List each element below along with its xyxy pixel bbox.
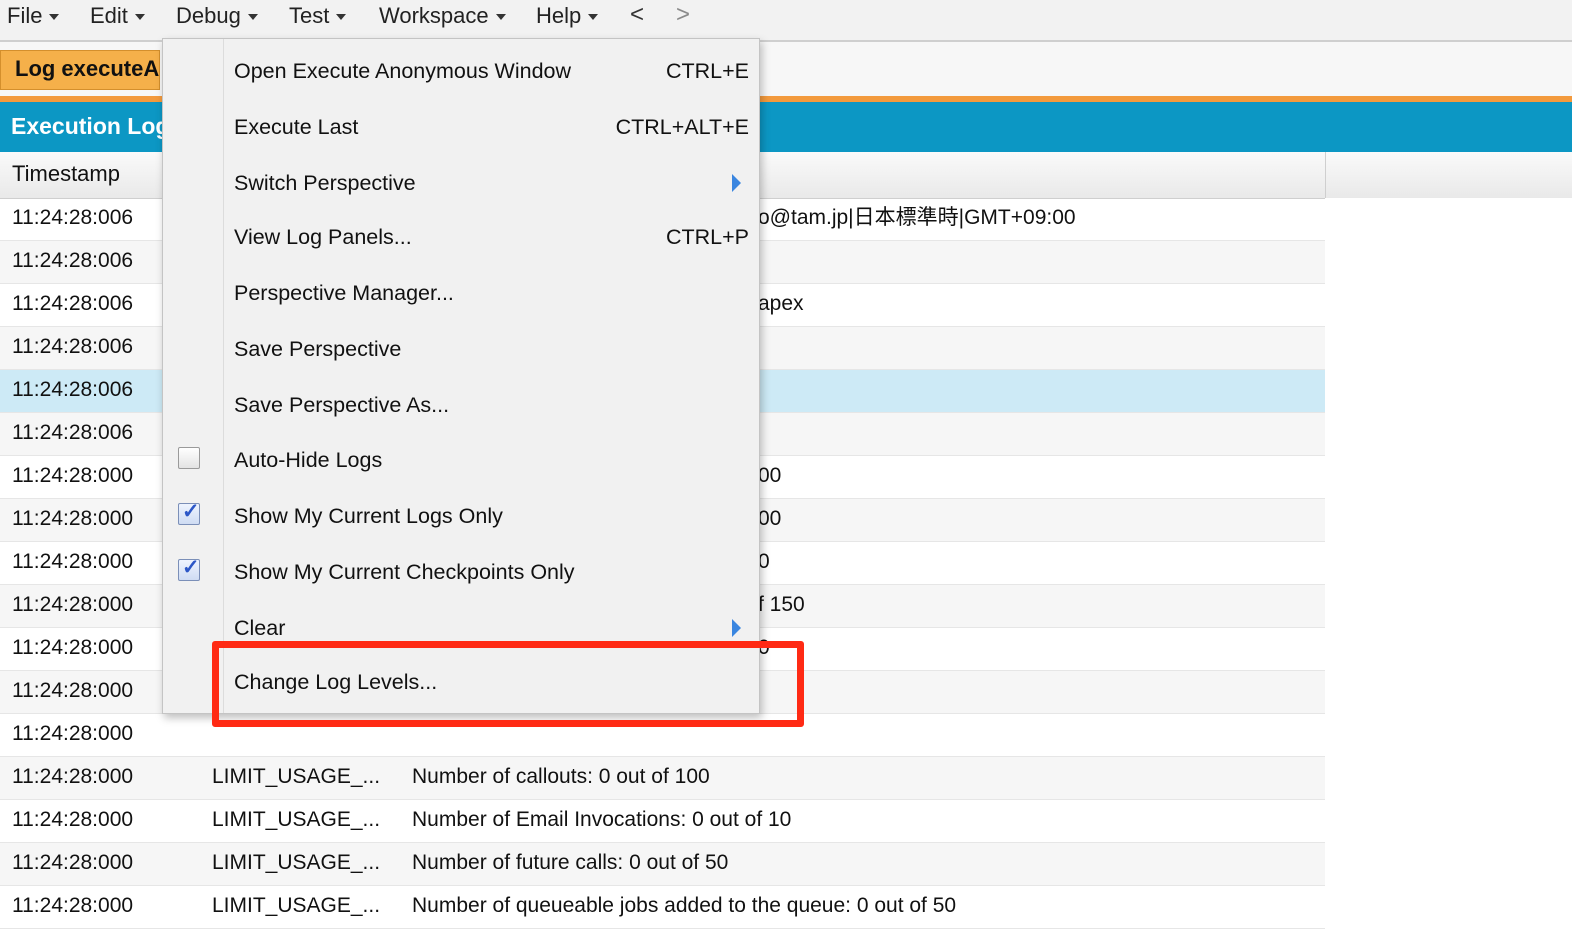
- menu-item-execute-last[interactable]: Execute Last CTRL+ALT+E: [163, 99, 759, 155]
- menu-item-open-execute-anonymous[interactable]: Open Execute Anonymous Window CTRL+E: [163, 43, 759, 99]
- cell-details: Number of Email Invocations: 0 out of 10: [412, 808, 792, 831]
- cell-details-fragment: f 150: [758, 593, 805, 616]
- menu-item-label: Save Perspective: [234, 337, 402, 361]
- menu-edit[interactable]: Edit: [90, 2, 145, 34]
- cell-event: LIMIT_USAGE_...: [212, 851, 381, 874]
- cell-timestamp: 11:24:28:006: [12, 421, 134, 444]
- menu-file[interactable]: File: [7, 2, 60, 34]
- tab-log-execute-anonymous[interactable]: Log executeAnonymous: [0, 50, 160, 90]
- menu-item-label: Change Log Levels...: [234, 670, 438, 694]
- forward-arrow-button[interactable]: >: [676, 0, 690, 30]
- menu-bar: File Edit Debug Test Workspace Help < >: [0, 0, 1572, 42]
- table-row[interactable]: 11:24:28:000 LIMIT_USAGE_... Number of cal…: [0, 757, 1325, 800]
- cell-details-fragment: o@tam.jp|日本標準時|GMT+09:00: [758, 206, 1076, 229]
- menu-item-label: Clear: [234, 616, 286, 640]
- cell-event: LIMIT_USAGE_...: [212, 808, 381, 831]
- menu-help-label: Help: [536, 3, 582, 28]
- right-empty-panel: [1325, 198, 1572, 898]
- cell-details: Number of callouts: 0 out of 100: [412, 765, 710, 788]
- debug-menu-dropdown: Open Execute Anonymous Window CTRL+E Exe…: [162, 38, 760, 714]
- column-timestamp[interactable]: Timestamp: [0, 161, 120, 186]
- menu-item-save-perspective[interactable]: Save Perspective: [163, 321, 759, 377]
- cell-event: LIMIT_USAGE_...: [212, 765, 381, 788]
- check-icon: ✓: [182, 556, 200, 579]
- menu-item-view-log-panels[interactable]: View Log Panels... CTRL+P: [163, 209, 759, 265]
- cell-timestamp: 11:24:28:006: [12, 378, 134, 401]
- cell-timestamp: 11:24:28:000: [12, 550, 134, 573]
- table-row[interactable]: 11:24:28:000 LIMIT_USAGE_... Number of que…: [0, 886, 1325, 929]
- cell-timestamp: 11:24:28:006: [12, 335, 134, 358]
- menu-test-label: Test: [289, 3, 330, 28]
- menu-workspace-label: Workspace: [379, 3, 489, 28]
- column-header-extra: [1325, 152, 1572, 198]
- menu-help[interactable]: Help: [536, 2, 599, 34]
- menu-item-label: View Log Panels...: [234, 225, 412, 249]
- menu-item-clear[interactable]: Clear: [163, 600, 759, 656]
- cell-timestamp: 11:24:28:000: [12, 679, 134, 702]
- menu-item-label: Show My Current Logs Only: [234, 504, 503, 528]
- cell-timestamp: 11:24:28:000: [12, 636, 134, 659]
- menu-file-label: File: [7, 3, 43, 28]
- cell-timestamp: 11:24:28:000: [12, 507, 134, 530]
- menu-item-label: Open Execute Anonymous Window: [234, 59, 572, 83]
- cell-timestamp: 11:24:28:006: [12, 249, 134, 272]
- table-row[interactable]: 11:24:28:000: [0, 714, 1325, 757]
- caret-down-icon: [247, 14, 258, 21]
- cell-timestamp: 11:24:28:006: [12, 292, 134, 315]
- cell-details-fragment: 00: [758, 464, 782, 487]
- menu-item-show-current-logs[interactable]: ✓ Show My Current Logs Only: [163, 488, 759, 544]
- menu-item-shortcut: CTRL+ALT+E: [615, 115, 749, 139]
- menu-item-label: Save Perspective As...: [234, 393, 450, 417]
- menu-item-shortcut: CTRL+E: [665, 59, 749, 83]
- menu-debug[interactable]: Debug: [176, 2, 258, 34]
- cell-details-fragment: apex: [758, 292, 804, 315]
- caret-down-icon: [134, 14, 145, 21]
- cell-details-fragment: 00: [758, 507, 782, 530]
- table-row[interactable]: 11:24:28:000 LIMIT_USAGE_... Number of fut…: [0, 843, 1325, 886]
- show-current-checkpoints-checkbox[interactable]: ✓: [178, 556, 200, 581]
- caret-down-icon: [49, 14, 60, 21]
- cell-event: LIMIT_USAGE_...: [212, 894, 381, 917]
- menu-debug-label: Debug: [176, 3, 241, 28]
- menu-edit-label: Edit: [90, 3, 128, 28]
- menu-item-label: Perspective Manager...: [234, 281, 454, 305]
- cell-timestamp: 11:24:28:000: [12, 851, 134, 874]
- menu-item-label: Show My Current Checkpoints Only: [234, 560, 575, 584]
- cell-timestamp: 11:24:28:000: [12, 808, 134, 831]
- menu-item-label: Auto-Hide Logs: [234, 448, 383, 472]
- cell-timestamp: 11:24:28:000: [12, 765, 134, 788]
- menu-item-perspective-manager[interactable]: Perspective Manager...: [163, 265, 759, 321]
- show-current-logs-checkbox[interactable]: ✓: [178, 500, 200, 525]
- menu-item-label: Switch Perspective: [234, 171, 416, 195]
- cell-details: Number of future calls: 0 out of 50: [412, 851, 729, 874]
- menu-item-switch-perspective[interactable]: Switch Perspective: [163, 155, 759, 211]
- menu-test[interactable]: Test: [289, 2, 347, 34]
- cell-timestamp: 11:24:28:000: [12, 593, 134, 616]
- cell-timestamp: 11:24:28:000: [12, 464, 134, 487]
- menu-item-change-log-levels[interactable]: Change Log Levels...: [163, 654, 759, 710]
- menu-item-show-current-checkpoints[interactable]: ✓ Show My Current Checkpoints Only: [163, 544, 759, 600]
- auto-hide-logs-checkbox[interactable]: [178, 447, 200, 469]
- caret-down-icon: [588, 14, 599, 21]
- caret-down-icon: [336, 14, 347, 21]
- menu-workspace[interactable]: Workspace: [379, 2, 506, 34]
- table-row[interactable]: 11:24:28:000 LIMIT_USAGE_... Number of Ema…: [0, 800, 1325, 843]
- menu-item-label: Execute Last: [234, 115, 359, 139]
- cell-details: Number of queueable jobs added to the qu…: [412, 894, 957, 917]
- cell-timestamp: 11:24:28:000: [12, 894, 134, 917]
- caret-down-icon: [495, 14, 506, 21]
- panel-title: Execution Log: [11, 113, 170, 139]
- cell-timestamp: 11:24:28:000: [12, 722, 134, 745]
- back-arrow-button[interactable]: <: [630, 0, 644, 30]
- menu-item-save-perspective-as[interactable]: Save Perspective As...: [163, 377, 759, 433]
- menu-item-shortcut: CTRL+P: [665, 225, 749, 249]
- submenu-arrow-icon: [732, 174, 741, 192]
- submenu-arrow-icon: [732, 619, 741, 637]
- check-icon: ✓: [182, 500, 200, 523]
- cell-timestamp: 11:24:28:006: [12, 206, 134, 229]
- menu-item-auto-hide-logs[interactable]: Auto-Hide Logs: [163, 432, 759, 488]
